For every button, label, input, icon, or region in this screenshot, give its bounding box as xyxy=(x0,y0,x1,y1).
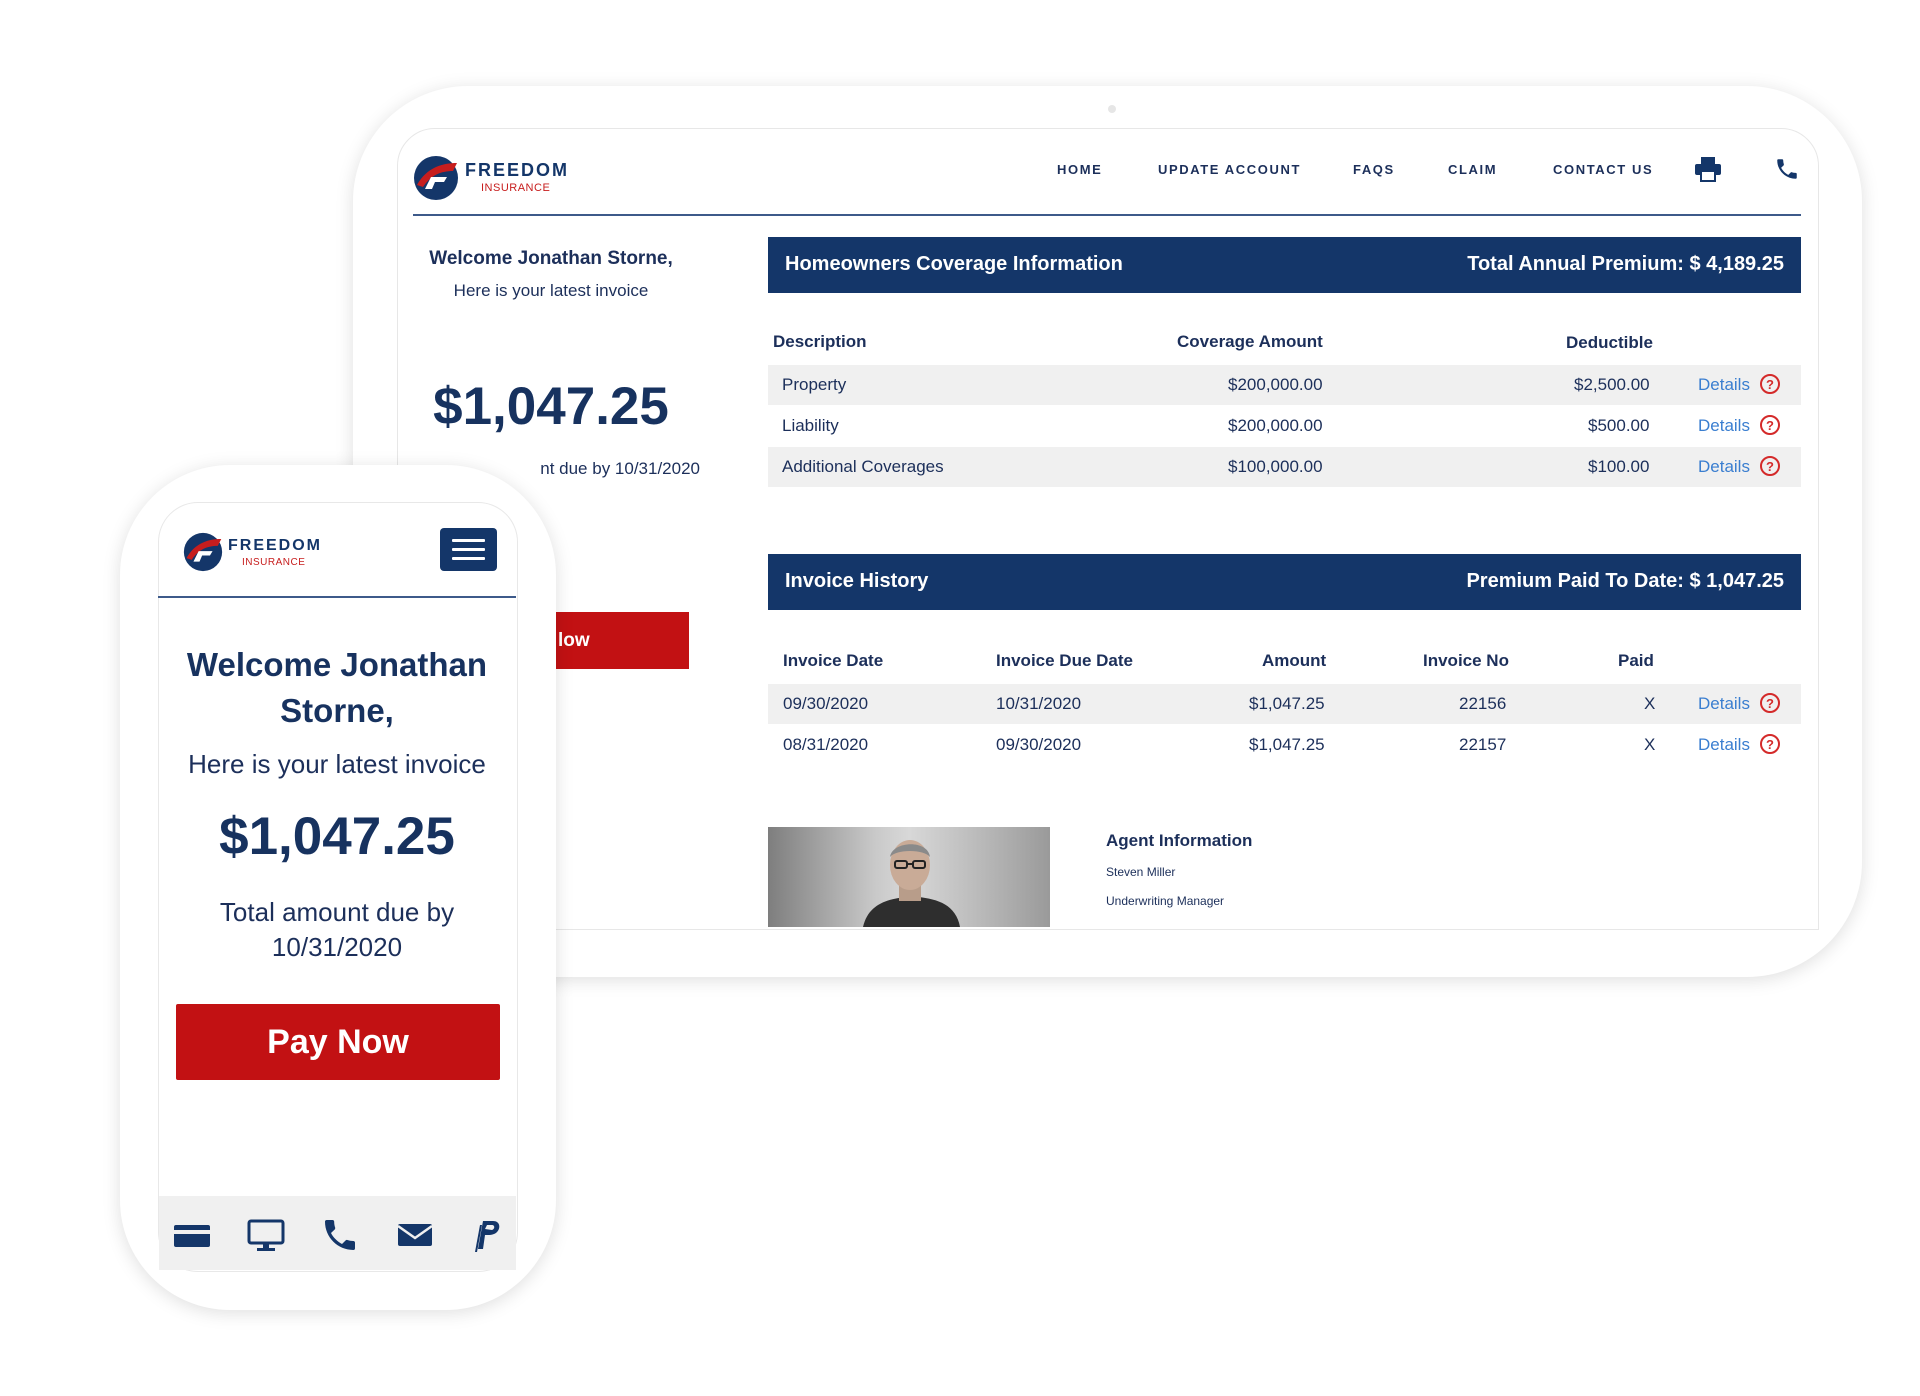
col-description: Description xyxy=(773,332,867,351)
welcome-line-1: Welcome Jonathan xyxy=(186,646,488,683)
row-description: Additional Coverages xyxy=(782,457,944,476)
col-paid: Paid xyxy=(1618,651,1654,670)
tablet-camera xyxy=(1108,105,1116,113)
brand-name: FREEDOM xyxy=(228,537,322,554)
agent-photo xyxy=(768,827,1050,927)
desktop-icon[interactable] xyxy=(246,1215,286,1255)
col-amount: Amount xyxy=(1262,651,1327,670)
nav-home[interactable]: HOME xyxy=(1057,162,1102,177)
row-paid: X xyxy=(1644,735,1656,754)
row-invoice-due: 09/30/2020 xyxy=(996,735,1082,754)
nav-faqs[interactable]: FAQS xyxy=(1353,162,1395,177)
credit-card-icon[interactable] xyxy=(172,1215,212,1255)
invoice-amount: $1,047.25 xyxy=(433,377,669,436)
nav-contact-us[interactable]: CONTACT US xyxy=(1553,162,1653,177)
table-row: Liability $200,000.00 $500.00 Details ? xyxy=(768,406,1801,446)
row-paid: X xyxy=(1644,694,1656,713)
welcome-text: Welcome Jonathan Storne, xyxy=(429,248,673,269)
table-row: 08/31/2020 09/30/2020 $1,047.25 22157 X … xyxy=(768,725,1801,765)
welcome-text: Welcome Jonathan Storne, xyxy=(168,642,506,734)
pay-now-button[interactable]: low xyxy=(544,612,689,669)
brand-sub: INSURANCE xyxy=(242,557,306,568)
table-row: Additional Coverages $100,000.00 $100.00… xyxy=(768,447,1801,487)
row-deductible: $2,500.00 xyxy=(1574,375,1650,394)
hamburger-menu-icon[interactable] xyxy=(440,528,497,571)
row-invoice-date: 08/31/2020 xyxy=(783,735,869,754)
row-invoice-date: 09/30/2020 xyxy=(783,694,869,713)
table-row: Property $200,000.00 $2,500.00 Details ? xyxy=(768,365,1801,405)
header-divider xyxy=(413,214,1801,216)
details-link[interactable]: Details xyxy=(1698,375,1750,395)
row-amount: $200,000.00 xyxy=(1228,416,1323,435)
welcome-line-2: Storne, xyxy=(280,692,394,729)
paypal-icon[interactable] xyxy=(466,1215,506,1255)
freedom-logo-icon[interactable] xyxy=(183,532,223,572)
col-deductible: Deductible xyxy=(1566,333,1653,352)
help-icon[interactable]: ? xyxy=(1760,693,1780,713)
brand-name: FREEDOM xyxy=(465,160,569,180)
invoice-header-bar: Invoice History Premium Paid To Date: $ … xyxy=(768,554,1801,610)
coverage-header-bar: Homeowners Coverage Information Total An… xyxy=(768,237,1801,293)
help-icon[interactable]: ? xyxy=(1760,415,1780,435)
total-premium: Total Annual Premium: $ 4,189.25 xyxy=(1467,253,1784,275)
nav-claim[interactable]: CLAIM xyxy=(1448,162,1497,177)
brand-sub: INSURANCE xyxy=(481,182,551,194)
row-deductible: $500.00 xyxy=(1588,416,1650,435)
help-icon[interactable]: ? xyxy=(1760,734,1780,754)
premium-paid-to-date: Premium Paid To Date: $ 1,047.25 xyxy=(1466,570,1784,592)
header-divider xyxy=(158,596,516,598)
phone-screen xyxy=(158,502,518,1272)
row-invoice-due: 10/31/2020 xyxy=(996,694,1082,713)
row-invoice-no: 22156 xyxy=(1459,694,1507,713)
details-link[interactable]: Details xyxy=(1698,735,1750,755)
row-deductible: $100.00 xyxy=(1588,457,1650,476)
details-link[interactable]: Details xyxy=(1698,694,1750,714)
freedom-logo-icon[interactable] xyxy=(413,155,459,201)
row-invoice-amount: $1,047.25 xyxy=(1249,735,1325,754)
coverage-title: Homeowners Coverage Information xyxy=(785,253,1123,275)
col-coverage-amount: Coverage Amount xyxy=(1177,332,1323,351)
col-invoice-no: Invoice No xyxy=(1423,651,1509,670)
phone-icon[interactable] xyxy=(1774,156,1800,182)
latest-invoice-text: Here is your latest invoice xyxy=(453,281,649,300)
row-description: Property xyxy=(782,375,847,394)
invoice-history-title: Invoice History xyxy=(785,570,929,592)
details-link[interactable]: Details xyxy=(1698,457,1750,477)
due-date-text: nt due by 10/31/2020 xyxy=(540,459,700,478)
invoice-amount: $1,047.25 xyxy=(219,807,455,866)
details-link[interactable]: Details xyxy=(1698,416,1750,436)
nav-update-account[interactable]: UPDATE ACCOUNT xyxy=(1158,162,1301,177)
row-description: Liability xyxy=(782,416,839,435)
due-line-2: 10/31/2020 xyxy=(271,932,403,962)
row-invoice-no: 22157 xyxy=(1459,735,1507,754)
help-icon[interactable]: ? xyxy=(1760,374,1780,394)
row-invoice-amount: $1,047.25 xyxy=(1249,694,1325,713)
agent-portrait-icon xyxy=(863,840,960,927)
pay-now-button[interactable]: Pay Now xyxy=(176,1004,500,1080)
agent-info-title: Agent Information xyxy=(1106,831,1253,850)
col-invoice-due-date: Invoice Due Date xyxy=(996,651,1133,670)
row-amount: $100,000.00 xyxy=(1228,457,1323,476)
row-amount: $200,000.00 xyxy=(1228,375,1323,394)
latest-invoice-text: Here is your latest invoice xyxy=(188,749,486,779)
due-line-1: Total amount due by xyxy=(219,897,455,927)
mail-icon[interactable] xyxy=(395,1215,435,1255)
agent-role: Underwriting Manager xyxy=(1106,894,1225,908)
table-row: 09/30/2020 10/31/2020 $1,047.25 22156 X … xyxy=(768,684,1801,724)
due-date-text: Total amount due by 10/31/2020 xyxy=(168,895,506,965)
agent-name: Steven Miller xyxy=(1106,865,1176,879)
phone-icon[interactable] xyxy=(320,1215,360,1255)
help-icon[interactable]: ? xyxy=(1760,456,1780,476)
printer-icon[interactable] xyxy=(1694,156,1722,182)
col-invoice-date: Invoice Date xyxy=(783,651,884,670)
